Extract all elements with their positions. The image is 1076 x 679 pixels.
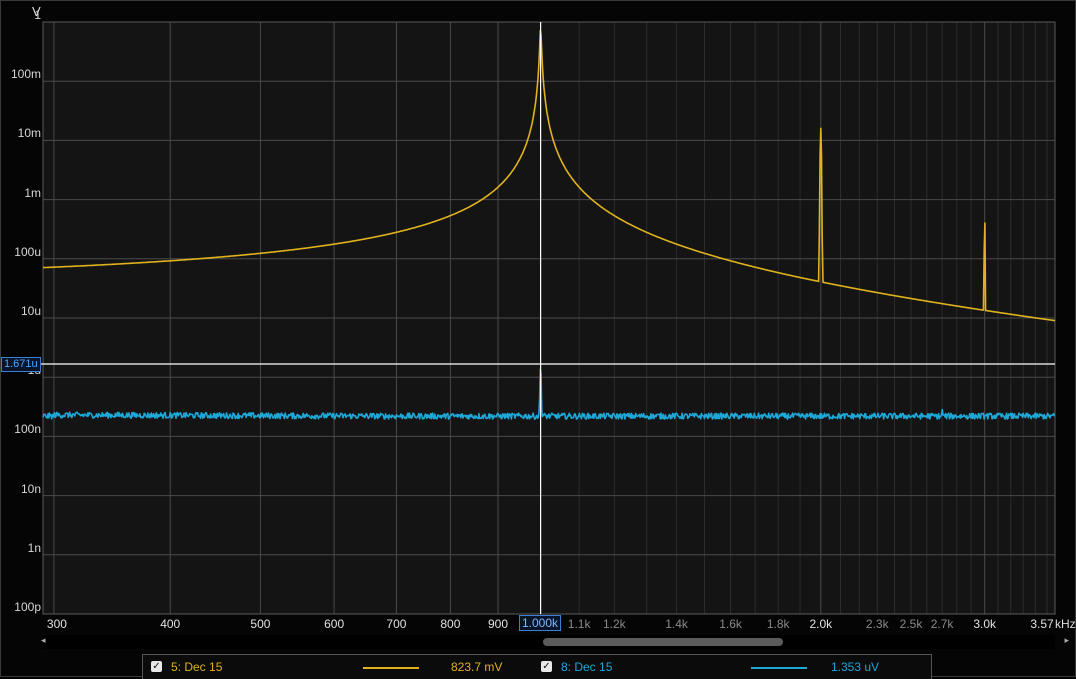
x-tick-label: 2.3k	[866, 617, 889, 631]
chart-window: V 1100m10m1m100u10u1u100n10n1n100p 30040…	[0, 0, 1076, 677]
x-tick-label: 1.1k	[568, 617, 591, 631]
legend-swatch	[363, 667, 419, 669]
scroll-left-arrow-icon[interactable]: ◂	[41, 635, 46, 646]
legend-item-5: ✓ 5: Dec 15 823.7 mV	[151, 655, 531, 679]
x-tick-label: 2.7k	[931, 617, 954, 631]
y-tick-label: 10m	[3, 126, 41, 140]
y-tick-label: 1m	[3, 186, 41, 200]
y-tick-label: 1	[3, 8, 41, 22]
x-tick-label: 2.0k	[809, 617, 832, 631]
x-tick-label: 3.0k	[973, 617, 996, 631]
y-tick-label: 100p	[3, 600, 41, 614]
plot-area[interactable]	[1, 1, 1075, 676]
cursor-y-readout[interactable]: 1.671u	[1, 357, 41, 372]
x-tick-label: 2.5k	[900, 617, 923, 631]
series-5-checkbox[interactable]: ✓	[151, 661, 162, 672]
y-tick-label: 100m	[3, 67, 41, 81]
legend-value: 1.353 uV	[831, 655, 879, 679]
horizontal-scrollbar[interactable]: ◂ ▸	[43, 635, 1055, 649]
x-tick-label: 1.8k	[767, 617, 790, 631]
y-tick-label: 10n	[3, 482, 41, 496]
scroll-right-arrow-icon[interactable]: ▸	[1064, 635, 1069, 646]
y-tick-label: 1n	[3, 541, 41, 555]
legend-swatch	[751, 667, 807, 669]
x-tick-label: 700	[386, 617, 406, 631]
x-tick-label: 900	[488, 617, 508, 631]
legend-label: 5: Dec 15	[171, 655, 222, 679]
series-8-checkbox[interactable]: ✓	[541, 661, 552, 672]
x-tick-label: 300	[47, 617, 67, 631]
x-tick-label: 500	[250, 617, 270, 631]
scroll-thumb[interactable]	[543, 638, 783, 646]
x-tick-label: 400	[160, 617, 180, 631]
x-tick-label: 1.6k	[719, 617, 742, 631]
y-tick-label: 100u	[3, 245, 41, 259]
y-tick-label: 100n	[3, 422, 41, 436]
x-tick-label: 3.57	[1030, 617, 1053, 631]
legend-label: 8: Dec 15	[561, 655, 612, 679]
x-tick-label: 800	[440, 617, 460, 631]
x-tick-label: 1.4k	[665, 617, 688, 631]
x-tick-label: 600	[324, 617, 344, 631]
y-tick-label: 10u	[3, 304, 41, 318]
x-tick-label: 1.2k	[603, 617, 626, 631]
x-axis-unit: kHz	[1055, 617, 1076, 631]
legend-value: 823.7 mV	[451, 655, 502, 679]
legend: ✓ 5: Dec 15 823.7 mV ✓ 8: Dec 15 1.353 u…	[142, 654, 932, 679]
legend-item-8: ✓ 8: Dec 15 1.353 uV	[541, 655, 921, 679]
cursor-x-readout[interactable]: 1.000k	[519, 615, 561, 631]
